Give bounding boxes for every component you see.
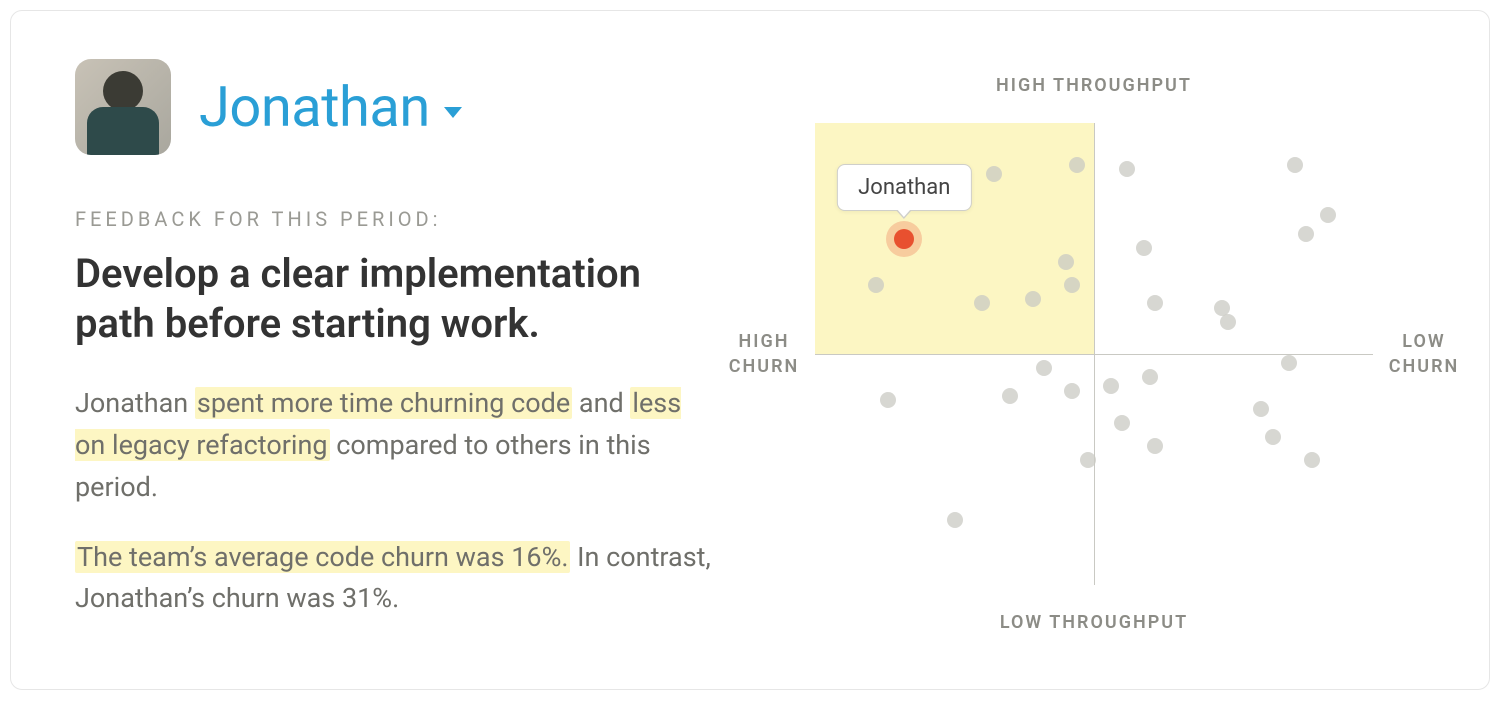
data-point[interactable] <box>1142 369 1158 385</box>
data-point[interactable] <box>880 392 896 408</box>
data-point[interactable] <box>1058 254 1074 270</box>
quadrant-chart: HIGH THROUGHPUT LOW THROUGHPUT HIGH CHUR… <box>815 79 1373 629</box>
data-point[interactable] <box>1069 157 1085 173</box>
point-tooltip: Jonathan <box>837 164 971 211</box>
axis-label-bottom: LOW THROUGHPUT <box>815 612 1373 633</box>
chevron-down-icon <box>444 107 462 118</box>
text: and <box>572 387 630 419</box>
plot-area: Jonathan <box>815 123 1373 585</box>
feedback-text-column: Jonathan FEEDBACK FOR THIS PERIOD: Devel… <box>75 59 735 649</box>
data-point[interactable] <box>1253 401 1269 417</box>
avatar[interactable] <box>75 59 171 155</box>
data-point[interactable] <box>1304 452 1320 468</box>
highlight-quadrant <box>815 123 1094 354</box>
data-point[interactable] <box>1287 157 1303 173</box>
data-point[interactable] <box>1298 226 1314 242</box>
data-point[interactable] <box>1103 378 1119 394</box>
person-header: Jonathan <box>75 59 735 155</box>
feedback-paragraph-2: The team’s average code churn was 16%. I… <box>75 537 715 621</box>
axis-vertical <box>1094 123 1095 585</box>
axis-label-top: HIGH THROUGHPUT <box>815 75 1373 96</box>
data-point[interactable] <box>1025 291 1041 307</box>
highlight: spent more time churning code <box>195 387 572 419</box>
data-point-highlight[interactable] <box>894 229 914 249</box>
quadrant-chart-column: HIGH THROUGHPUT LOW THROUGHPUT HIGH CHUR… <box>735 59 1433 649</box>
text: Jonathan <box>75 387 195 419</box>
feedback-paragraph-1: Jonathan spent more time churning code a… <box>75 383 715 509</box>
axis-label-right: LOW CHURN <box>1379 329 1469 379</box>
data-point[interactable] <box>986 166 1002 182</box>
highlight: The team’s average code churn was 16%. <box>75 541 570 573</box>
axis-label-left: HIGH CHURN <box>719 329 809 379</box>
person-selector[interactable]: Jonathan <box>199 74 462 140</box>
data-point[interactable] <box>1002 388 1018 404</box>
data-point[interactable] <box>1119 161 1135 177</box>
data-point[interactable] <box>1114 415 1130 431</box>
data-point[interactable] <box>1220 314 1236 330</box>
data-point[interactable] <box>947 512 963 528</box>
data-point[interactable] <box>1147 295 1163 311</box>
text: In contrast, <box>570 541 710 573</box>
data-point[interactable] <box>1147 438 1163 454</box>
feedback-headline: Develop a clear implementation path befo… <box>75 249 695 349</box>
section-label: FEEDBACK FOR THIS PERIOD: <box>75 207 735 231</box>
data-point[interactable] <box>1281 355 1297 371</box>
data-point[interactable] <box>1064 277 1080 293</box>
text: Jonathan’s churn was 31%. <box>75 582 399 614</box>
data-point[interactable] <box>1036 360 1052 376</box>
feedback-card: Jonathan FEEDBACK FOR THIS PERIOD: Devel… <box>10 10 1490 690</box>
data-point[interactable] <box>1136 240 1152 256</box>
data-point[interactable] <box>1265 429 1281 445</box>
data-point[interactable] <box>1064 383 1080 399</box>
person-name: Jonathan <box>199 74 430 140</box>
data-point[interactable] <box>1320 207 1336 223</box>
data-point[interactable] <box>868 277 884 293</box>
